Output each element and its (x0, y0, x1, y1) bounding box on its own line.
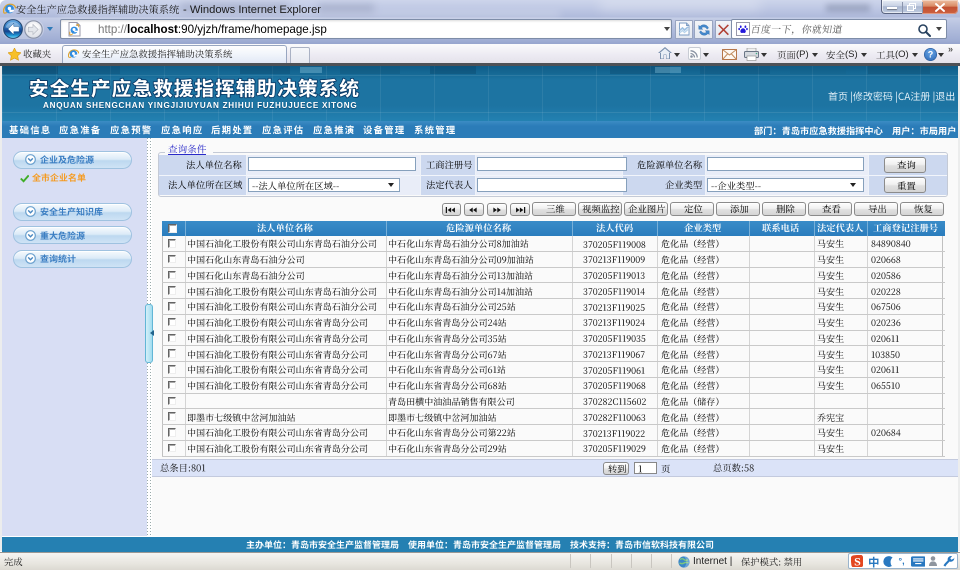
svg-text:?: ? (928, 50, 934, 60)
svg-text:S: S (854, 555, 861, 568)
